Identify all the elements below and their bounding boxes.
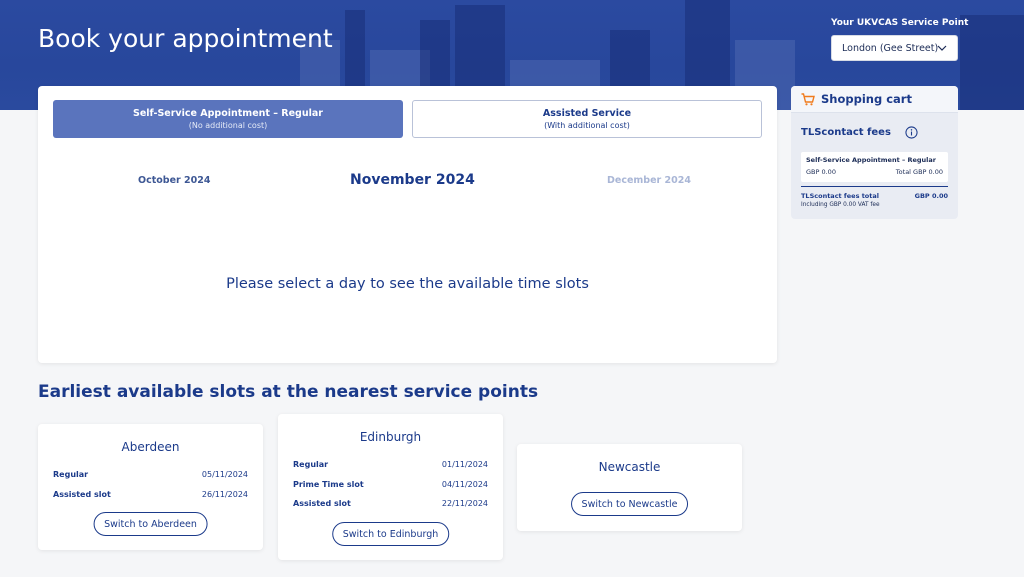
divider bbox=[801, 186, 948, 187]
switch-to-edinburgh-button[interactable]: Switch to Edinburgh bbox=[331, 522, 450, 546]
self-service-option[interactable]: Self-Service Appointment – Regular (No a… bbox=[53, 100, 403, 138]
switch-to-newcastle-button[interactable]: Switch to Newcastle bbox=[570, 492, 689, 516]
service-point-card-newcastle: Newcastle Switch to Newcastle bbox=[517, 444, 742, 531]
current-month: November 2024 bbox=[350, 172, 475, 188]
cart-title: Shopping cart bbox=[821, 92, 912, 106]
slot-date: 04/11/2024 bbox=[441, 480, 488, 489]
city-name: Aberdeen bbox=[121, 440, 180, 454]
nearest-section-title: Earliest available slots at the nearest … bbox=[38, 382, 539, 402]
cart-header: Shopping cart bbox=[791, 86, 958, 113]
slot-row: Assisted slot 26/11/2024 bbox=[53, 490, 248, 499]
booking-card: Self-Service Appointment – Regular (No a… bbox=[38, 86, 777, 363]
line-item-name: Self-Service Appointment – Regular bbox=[806, 156, 936, 164]
slot-date: 01/11/2024 bbox=[441, 460, 488, 469]
slot-date: 26/11/2024 bbox=[201, 490, 248, 499]
slot-label: Assisted slot bbox=[293, 499, 351, 508]
service-point-select[interactable]: London (Gee Street) bbox=[831, 35, 958, 61]
prev-month-link[interactable]: October 2024 bbox=[138, 175, 210, 186]
city-name: Newcastle bbox=[598, 460, 661, 474]
shopping-cart: Shopping cart TLScontact fees Self-Servi… bbox=[791, 86, 958, 219]
slot-label: Regular bbox=[293, 460, 329, 469]
slot-row: Assisted slot 22/11/2024 bbox=[293, 499, 488, 508]
service-point-card-edinburgh: Edinburgh Regular 01/11/2024 Prime Time … bbox=[278, 414, 503, 560]
cart-line-item: Self-Service Appointment – Regular GBP 0… bbox=[801, 152, 948, 182]
next-month-link[interactable]: December 2024 bbox=[607, 175, 691, 186]
service-point-card-aberdeen: Aberdeen Regular 05/11/2024 Assisted slo… bbox=[38, 424, 263, 550]
fees-label: TLScontact fees bbox=[801, 127, 891, 138]
select-day-prompt: Please select a day to see the available… bbox=[226, 276, 589, 292]
slot-row: Prime Time slot 04/11/2024 bbox=[293, 480, 488, 489]
cart-icon bbox=[801, 92, 815, 105]
slot-label: Assisted slot bbox=[53, 490, 111, 499]
self-service-subtitle: (No additional cost) bbox=[188, 121, 268, 130]
fees-total-value: GBP 0.00 bbox=[914, 192, 948, 200]
line-item-price: GBP 0.00 bbox=[806, 168, 836, 176]
slot-date: 05/11/2024 bbox=[201, 470, 248, 479]
self-service-title: Self-Service Appointment – Regular bbox=[133, 108, 323, 119]
city-name: Edinburgh bbox=[359, 430, 422, 444]
assisted-service-subtitle: (With additional cost) bbox=[544, 121, 630, 130]
service-point-label: Your UKVCAS Service Point bbox=[831, 18, 969, 28]
info-icon[interactable] bbox=[905, 126, 918, 139]
line-item-total: Total GBP 0.00 bbox=[895, 168, 943, 176]
vat-note: Including GBP 0.00 VAT fee bbox=[801, 202, 880, 208]
slot-label: Regular bbox=[53, 470, 89, 479]
page-title: Book your appointment bbox=[38, 24, 333, 53]
assisted-service-option[interactable]: Assisted Service (With additional cost) bbox=[412, 100, 762, 138]
slot-date: 22/11/2024 bbox=[441, 499, 488, 508]
switch-to-aberdeen-button[interactable]: Switch to Aberdeen bbox=[93, 512, 208, 536]
chevron-down-icon bbox=[937, 45, 947, 51]
slot-row: Regular 01/11/2024 bbox=[293, 460, 488, 469]
fees-total-label: TLScontact fees total bbox=[801, 192, 879, 200]
slot-label: Prime Time slot bbox=[293, 480, 364, 489]
slot-row: Regular 05/11/2024 bbox=[53, 470, 248, 479]
assisted-service-title: Assisted Service bbox=[542, 108, 632, 119]
service-point-value: London (Gee Street) bbox=[842, 42, 939, 54]
